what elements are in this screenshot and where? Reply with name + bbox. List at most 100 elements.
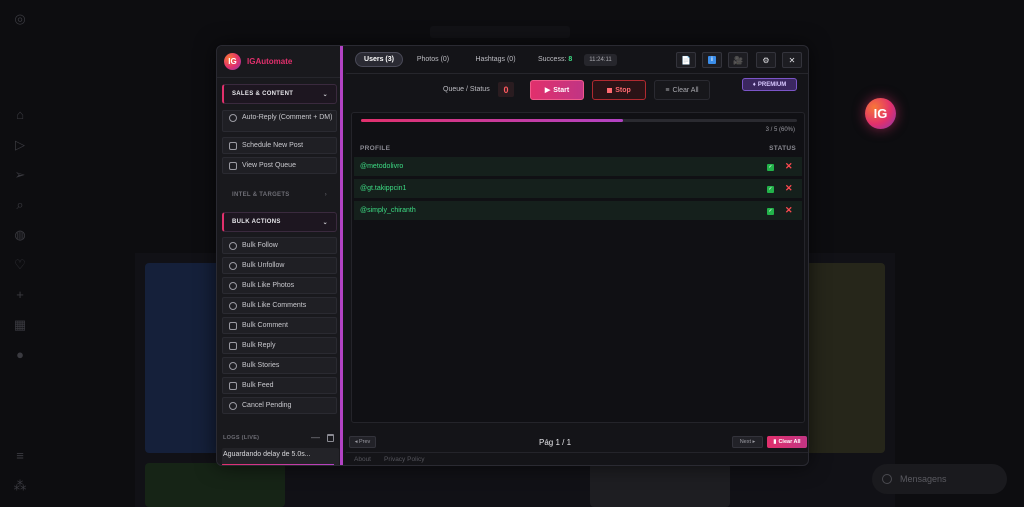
stop-icon bbox=[607, 87, 613, 93]
section-label: INTEL & TARGETS bbox=[232, 192, 290, 198]
logs-box: Aguardando delay de 5.0s... bbox=[222, 448, 339, 465]
clear-all-label: Clear All bbox=[672, 86, 699, 94]
sidebar-item-bulk-like-comments[interactable]: Bulk Like Comments bbox=[222, 297, 337, 314]
stop-button[interactable]: Stop bbox=[592, 80, 646, 100]
igautomate-panel: IG IGAutomate SALES & CONTENT ⌄ Auto-Rep… bbox=[216, 45, 809, 466]
next-page-button[interactable]: Next ▸ bbox=[732, 436, 763, 448]
progress-bar bbox=[361, 119, 797, 122]
sidebar-item-label: View Post Queue bbox=[242, 162, 296, 169]
clear-all-button[interactable]: ≡ Clear All bbox=[654, 80, 710, 100]
reels-icon[interactable]: ▷ bbox=[12, 137, 28, 153]
dashboard-icon[interactable]: ▦ bbox=[12, 317, 28, 333]
notes-button[interactable]: 📄 bbox=[676, 52, 696, 68]
heart-icon bbox=[229, 301, 237, 310]
sidebar-item-label: Bulk Like Photos bbox=[242, 282, 295, 289]
sidebar-item-bulk-reply[interactable]: Bulk Reply bbox=[222, 337, 337, 354]
premium-button[interactable]: ♦ PREMIUM bbox=[742, 78, 797, 91]
image-icon bbox=[229, 381, 237, 390]
check-icon: ✓ bbox=[767, 164, 774, 171]
notifications-icon[interactable]: ♡ bbox=[12, 257, 28, 273]
messages-button[interactable]: Mensagens bbox=[872, 464, 1007, 494]
story-icon bbox=[229, 361, 237, 370]
prev-page-button[interactable]: ◂ Prev bbox=[349, 436, 376, 448]
brand-logo: IG bbox=[224, 53, 241, 70]
sidebar-item-auto-reply[interactable]: Auto-Reply (Comment + DM) bbox=[222, 110, 337, 132]
sidebar-item-bulk-like-photos[interactable]: Bulk Like Photos bbox=[222, 277, 337, 294]
sidebar-item-bulk-follow[interactable]: Bulk Follow bbox=[222, 237, 337, 254]
sidebar-item-bulk-stories[interactable]: Bulk Stories bbox=[222, 357, 337, 374]
chevron-down-icon: ⌄ bbox=[322, 91, 328, 98]
page-indicator: Pág 1 / 1 bbox=[539, 438, 572, 447]
logs-text: Aguardando delay de 5.0s... bbox=[223, 451, 311, 458]
menu-icon[interactable]: ≡ bbox=[12, 448, 28, 464]
main-area: Users (3) Photos (0) Hashtags (0) Succes… bbox=[346, 46, 808, 465]
privacy-policy-link[interactable]: Privacy Policy bbox=[384, 456, 424, 463]
search-icon[interactable]: ⌕ bbox=[12, 197, 28, 213]
profile-handle[interactable]: @gt.takippcin1 bbox=[360, 185, 406, 192]
check-icon: ✓ bbox=[767, 208, 774, 215]
instagram-logo-icon[interactable]: ◎ bbox=[12, 11, 28, 27]
instagram-nav-rail: ◎ ⌂ ▷ ➢ ⌕ ◍ ♡ + ▦ ● ≡ ⁂ bbox=[0, 0, 40, 507]
progress-fill bbox=[361, 119, 623, 122]
stop-label: Stop bbox=[615, 86, 631, 94]
about-link[interactable]: About bbox=[354, 456, 371, 463]
section-intel-targets[interactable]: INTEL & TARGETS › bbox=[222, 187, 337, 203]
calendar-icon bbox=[229, 141, 237, 150]
create-icon[interactable]: + bbox=[12, 287, 28, 303]
section-sales-content[interactable]: SALES & CONTENT ⌄ bbox=[222, 84, 337, 104]
sidebar-item-label: Schedule New Post bbox=[242, 142, 304, 149]
profile-icon[interactable]: ● bbox=[12, 347, 28, 363]
messages-icon bbox=[882, 474, 892, 484]
sidebar-item-label: Bulk Follow bbox=[242, 242, 278, 249]
sidebar-item-label: Bulk Stories bbox=[242, 362, 280, 369]
clear-all-list-button[interactable]: ▮ Clear All bbox=[767, 436, 807, 448]
logs-label: LOGS (LIVE) bbox=[223, 435, 260, 441]
tab-hashtags[interactable]: Hashtags (0) bbox=[468, 52, 523, 67]
sidebar: IG IGAutomate SALES & CONTENT ⌄ Auto-Rep… bbox=[217, 46, 343, 465]
success-label: Success: bbox=[538, 56, 567, 63]
home-icon[interactable]: ⌂ bbox=[12, 107, 28, 123]
sidebar-item-bulk-feed[interactable]: Bulk Feed bbox=[222, 377, 337, 394]
remove-icon[interactable]: ✕ bbox=[785, 161, 793, 172]
chat-icon bbox=[229, 114, 237, 122]
igautomate-floating-logo[interactable]: IG bbox=[865, 98, 896, 129]
meta-icon[interactable]: ⁂ bbox=[12, 478, 28, 494]
logs-trash-icon[interactable] bbox=[327, 434, 334, 442]
close-button[interactable]: ✕ bbox=[782, 52, 802, 68]
profile-handle[interactable]: @simply_chiranth bbox=[360, 207, 416, 214]
remove-icon[interactable]: ✕ bbox=[785, 205, 793, 216]
check-icon: ✓ bbox=[767, 186, 774, 193]
premium-label: PREMIUM bbox=[757, 81, 787, 88]
sidebar-item-bulk-unfollow[interactable]: Bulk Unfollow bbox=[222, 257, 337, 274]
sidebar-item-bulk-comment[interactable]: Bulk Comment bbox=[222, 317, 337, 334]
sidebar-item-view-queue[interactable]: View Post Queue bbox=[222, 157, 337, 174]
user-minus-icon bbox=[229, 261, 237, 270]
logs-progress-bar bbox=[222, 464, 335, 465]
section-label: BULK ACTIONS bbox=[232, 219, 281, 225]
sidebar-item-label: Bulk Comment bbox=[242, 322, 288, 329]
close-icon: ✕ bbox=[788, 55, 796, 65]
settings-button[interactable]: ⚙ bbox=[756, 52, 776, 68]
direct-icon[interactable]: ➢ bbox=[12, 167, 28, 183]
tab-photos[interactable]: Photos (0) bbox=[409, 52, 457, 67]
sidebar-item-schedule-post[interactable]: Schedule New Post bbox=[222, 137, 337, 154]
sidebar-item-cancel-pending[interactable]: Cancel Pending bbox=[222, 397, 337, 414]
brand-name: IGAutomate bbox=[247, 57, 293, 66]
notes-icon: 📄 bbox=[681, 55, 691, 65]
profile-handle[interactable]: @metodolivro bbox=[360, 163, 403, 170]
remove-icon[interactable]: ✕ bbox=[785, 183, 793, 194]
heart-icon bbox=[229, 281, 237, 290]
camera-button[interactable]: 🎥 bbox=[728, 52, 748, 68]
logs-minimize-icon[interactable]: — bbox=[311, 432, 320, 442]
tab-users[interactable]: Users (3) bbox=[355, 52, 403, 67]
table-row: @metodolivro ✓ ✕ bbox=[354, 157, 802, 177]
play-icon: ▶ bbox=[544, 87, 551, 94]
chevron-right-icon: › bbox=[324, 192, 327, 198]
controls-row: Queue / Status 0 ▶ Start Stop ≡ Clear Al… bbox=[346, 75, 808, 105]
explore-icon[interactable]: ◍ bbox=[12, 227, 28, 243]
start-button[interactable]: ▶ Start bbox=[530, 80, 584, 100]
start-label: Start bbox=[553, 86, 570, 94]
section-bulk-actions[interactable]: BULK ACTIONS ⌄ bbox=[222, 212, 337, 232]
sidebar-item-label: Bulk Unfollow bbox=[242, 262, 285, 269]
info-button[interactable]: i bbox=[702, 52, 722, 68]
